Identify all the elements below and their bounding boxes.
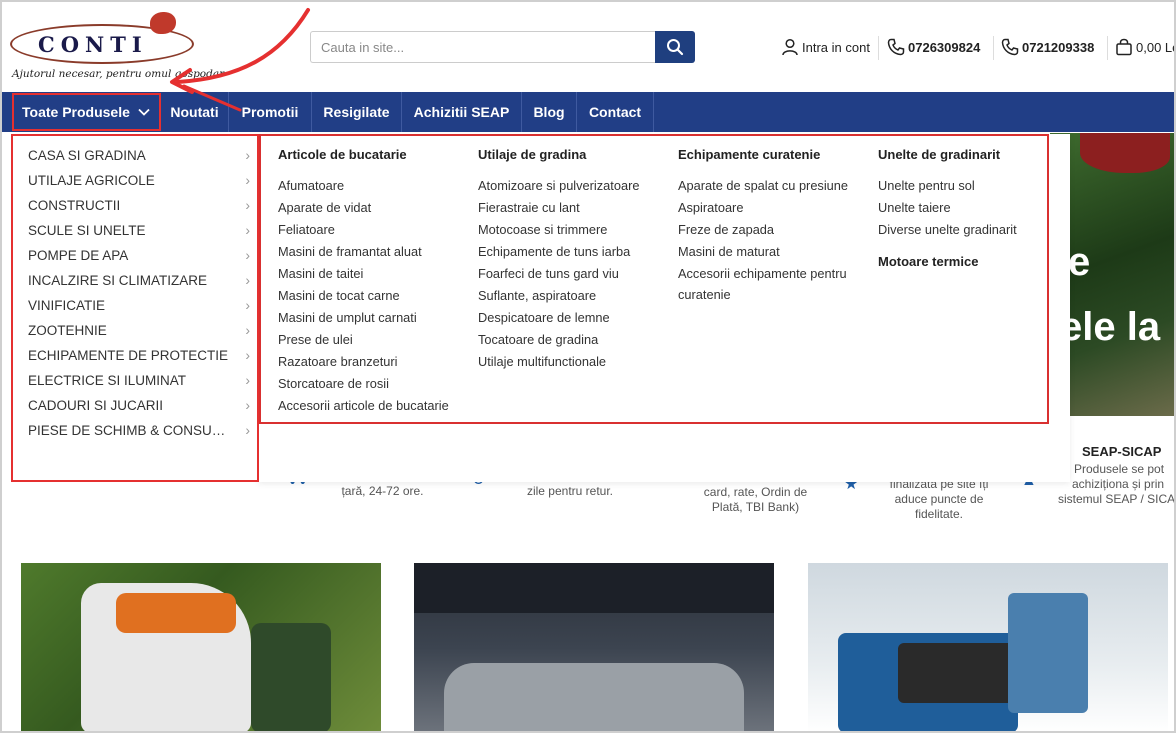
screenshot-frame	[0, 0, 1176, 733]
